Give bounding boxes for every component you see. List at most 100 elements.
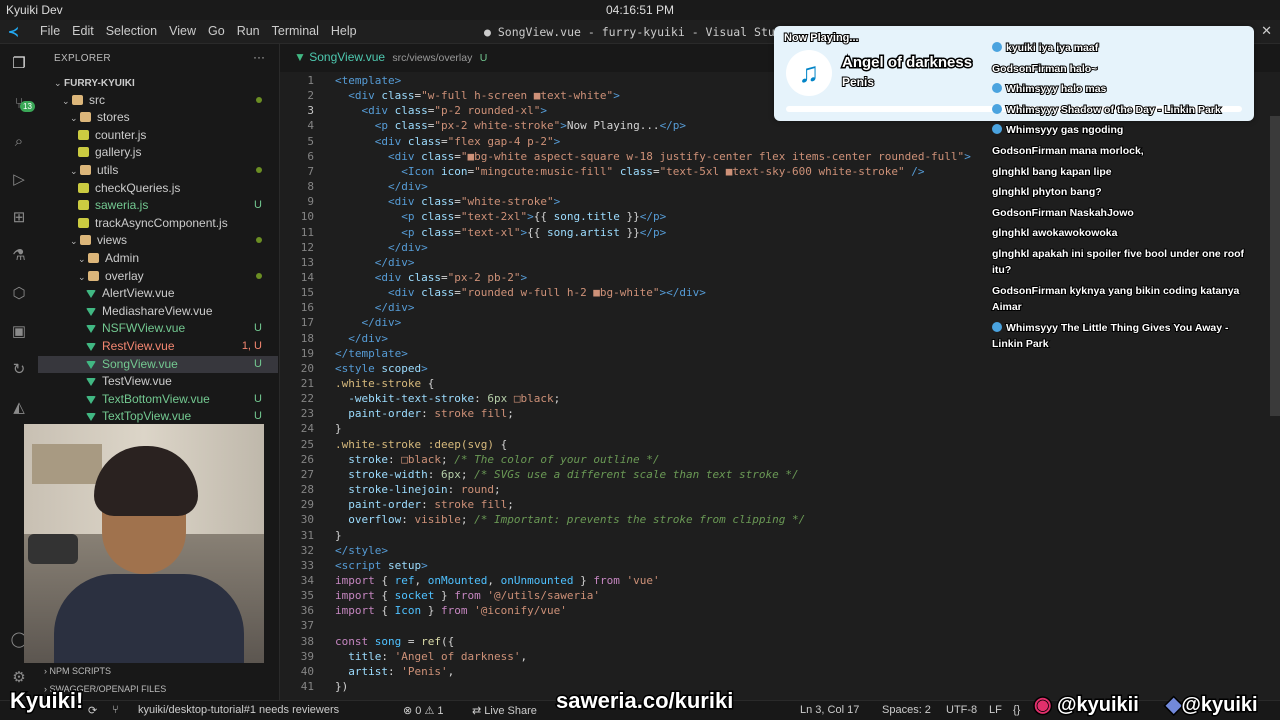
code-line[interactable]: <div class="w-full h-screen ■text-white"… [335, 89, 620, 102]
git-graph-icon[interactable]: ◭ [9, 398, 29, 418]
code-line[interactable]: <p class="text-2xl">{{ song.title }}</p> [335, 210, 666, 223]
code-line[interactable]: .white-stroke { [335, 377, 434, 390]
code-line[interactable]: import { Icon } from '@iconify/vue' [335, 604, 567, 617]
code-token: from [441, 604, 468, 618]
code-token: <p [401, 210, 422, 224]
code-line[interactable]: .white-stroke :deep(svg) { [335, 438, 507, 451]
code-line[interactable]: stroke-width: 6px; /* SVGs use a differe… [335, 468, 798, 481]
file-tree-item[interactable]: ⌄ stores [38, 109, 278, 126]
code-line[interactable]: </div> [335, 316, 402, 330]
code-line[interactable]: import { ref, onMounted, onUnmounted } f… [335, 574, 660, 587]
code-line[interactable]: <template> [335, 74, 401, 87]
cursor-position[interactable]: Ln 3, Col 17 [800, 704, 859, 716]
code-line[interactable]: </div> [335, 180, 428, 193]
menu-item[interactable]: Run [231, 24, 266, 38]
file-tree-item[interactable]: counter.js [38, 127, 278, 144]
code-line[interactable]: stroke-linejoin: round; [335, 483, 500, 496]
sync-icon[interactable]: ⟳ [88, 704, 97, 717]
file-tree-item[interactable]: ⌄ src [38, 92, 278, 109]
file-tree-item[interactable]: ⌄ views [38, 232, 278, 249]
remote-explorer-icon[interactable]: ▣ [9, 322, 29, 342]
file-tree-item[interactable]: saweria.js U [38, 197, 278, 214]
code-line[interactable]: <p class="px-2 white-stroke">Now Playing… [335, 119, 686, 132]
code-line[interactable]: } [335, 422, 342, 435]
file-tree-item[interactable]: NSFWView.vue U [38, 320, 278, 337]
file-tree-item[interactable]: ⌄ utils [38, 162, 278, 179]
code-line[interactable]: </div> [335, 332, 388, 345]
tab-songview[interactable]: ▼ SongView.vue src/views/overlay U [294, 50, 487, 64]
settings-gear-icon[interactable]: ⚙ [9, 668, 29, 688]
code-line[interactable]: </div> [335, 256, 415, 269]
live-share-status[interactable]: ⇄ Live Share [472, 704, 537, 717]
close-icon[interactable]: ✕ [1261, 23, 1272, 39]
code-line[interactable]: </template> [335, 347, 408, 360]
code-line[interactable]: <div class="rounded w-full h-2 ■bg-white… [335, 286, 706, 299]
code-line[interactable]: artist: 'Penis', [335, 665, 454, 678]
menu-item[interactable]: View [163, 24, 202, 38]
code-line[interactable]: paint-order: stroke fill; [335, 498, 514, 511]
editor-scrollbar[interactable] [1270, 116, 1280, 416]
code-line[interactable]: title: 'Angel of darkness', [335, 650, 527, 663]
menu-item[interactable]: Go [202, 24, 231, 38]
file-tree-item[interactable]: ⌄ Admin [38, 250, 278, 267]
errors-warnings[interactable]: ⊗ 0 ⚠ 1 [403, 704, 444, 717]
testing-icon[interactable]: ⚗ [9, 246, 29, 266]
menu-item[interactable]: Edit [66, 24, 100, 38]
menu-item[interactable]: Help [325, 24, 363, 38]
code-line[interactable]: <p class="text-xl">{{ song.artist }}</p> [335, 226, 666, 239]
file-tree-item[interactable]: TestView.vue [38, 373, 278, 390]
code-line[interactable]: <div class="px-2 pb-2"> [335, 271, 527, 284]
error-count: 0 [415, 705, 422, 717]
code-line[interactable]: import { socket } from '@/utils/saweria' [335, 589, 600, 602]
menu-item[interactable]: Terminal [266, 24, 325, 38]
code-token: </div> [361, 316, 402, 330]
code-token: : [381, 649, 395, 663]
file-tree-item[interactable]: SongView.vue U [38, 355, 278, 373]
search-icon[interactable]: ⌕ [9, 132, 29, 152]
code-line[interactable]: <div class="p-2 rounded-xl"> [335, 104, 547, 117]
encoding[interactable]: UTF-8 [946, 704, 977, 716]
pull-request-icon[interactable]: ⑂ [112, 704, 119, 716]
code-line[interactable]: <div class="white-stroke"> [335, 195, 560, 208]
docker-icon[interactable]: ⬡ [9, 284, 29, 304]
code-line[interactable]: </div> [335, 241, 428, 254]
file-tree-item[interactable]: TextBottomView.vue U [38, 391, 278, 408]
live-share-icon[interactable]: ↻ [9, 360, 29, 380]
branch-status[interactable]: kyuiki/desktop-tutorial#1 needs reviewer… [138, 704, 339, 716]
file-tree-item[interactable]: ⌄ FURRY-KYUIKI [38, 74, 278, 91]
explorer-icon[interactable]: ❐ [9, 54, 29, 74]
run-debug-icon[interactable]: ▷ [9, 170, 29, 190]
webcam-microphone [28, 534, 78, 564]
menu-item[interactable]: Selection [100, 24, 163, 38]
code-line[interactable]: const song = ref({ [335, 635, 454, 648]
code-line[interactable]: <div class="■bg-white aspect-square w-18… [335, 150, 971, 163]
code-line[interactable]: <div class="flex gap-4 p-2"> [335, 135, 560, 148]
end-of-line[interactable]: LF [989, 704, 1002, 716]
code-line[interactable]: <script setup> [335, 559, 428, 572]
code-line[interactable]: -webkit-text-stroke: 6px □black; [335, 392, 560, 405]
menu-item[interactable]: File [34, 24, 66, 38]
code-line[interactable]: </div> [335, 301, 415, 314]
file-tree-item[interactable]: MediashareView.vue [38, 303, 278, 320]
code-line[interactable]: }) [335, 680, 348, 693]
code-line[interactable]: <style scoped> [335, 362, 428, 375]
npm-scripts-section[interactable]: › NPM SCRIPTS [44, 666, 111, 676]
file-tree-item[interactable]: gallery.js [38, 144, 278, 161]
code-line[interactable]: paint-order: stroke fill; [335, 407, 514, 420]
code-line[interactable]: stroke: □black; /* The color of your out… [335, 453, 659, 466]
file-tree-item[interactable]: trackAsyncComponent.js [38, 215, 278, 232]
code-line[interactable]: <Icon icon="mingcute:music-fill" class="… [335, 165, 924, 178]
code-line[interactable]: overflow: visible; /* Important: prevent… [335, 513, 805, 526]
language-mode[interactable]: {} [1013, 704, 1020, 716]
code-line[interactable]: </style> [335, 544, 388, 557]
more-actions-icon[interactable]: ··· [253, 50, 265, 64]
file-tree-item[interactable]: ⌄ overlay [38, 268, 278, 285]
file-tree-item[interactable]: checkQueries.js [38, 180, 278, 197]
file-tree-item[interactable]: AlertView.vue [38, 285, 278, 302]
code-line[interactable]: } [335, 529, 342, 542]
file-tree-item[interactable]: TextTopView.vue U [38, 408, 278, 425]
extensions-icon[interactable]: ⊞ [9, 208, 29, 228]
file-tree-item[interactable]: RestView.vue 1, U [38, 338, 278, 355]
indentation[interactable]: Spaces: 2 [882, 704, 931, 716]
